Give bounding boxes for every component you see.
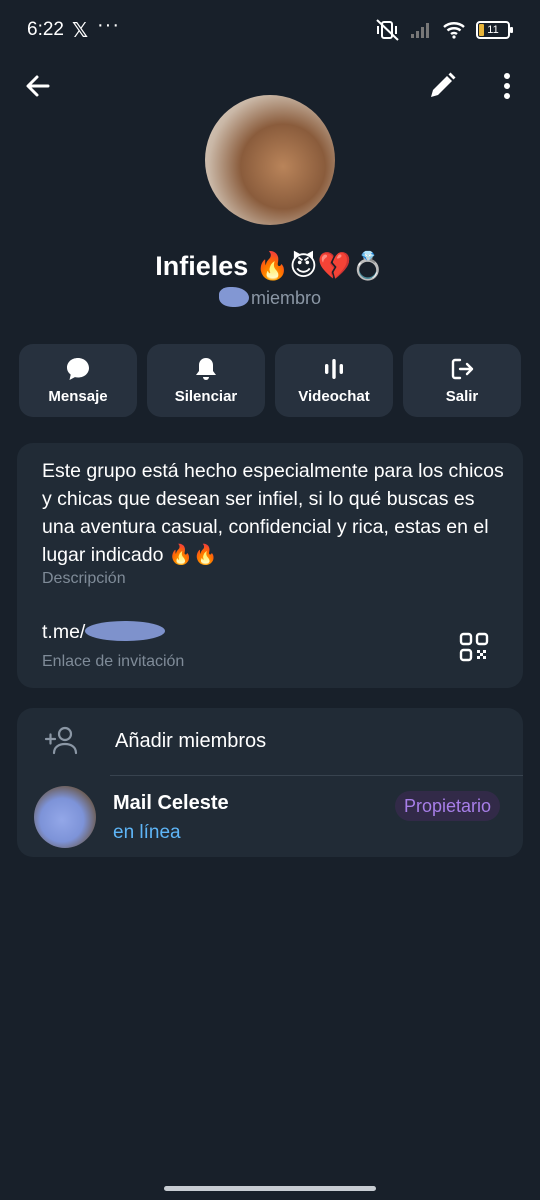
owner-badge: Propietario bbox=[394, 791, 500, 821]
message-button-label: Mensaje bbox=[48, 388, 108, 405]
chat-bubble-icon bbox=[67, 358, 89, 380]
more-options-button[interactable] bbox=[493, 70, 521, 102]
voice-bars-icon bbox=[325, 359, 343, 379]
member-avatar bbox=[34, 786, 96, 848]
members-card: Añadir miembros Mail Celeste en línea Pr… bbox=[17, 708, 523, 857]
mute-button[interactable]: Silenciar bbox=[147, 344, 265, 417]
add-person-icon bbox=[44, 726, 78, 755]
invite-link-prefix: t.me/ bbox=[42, 621, 86, 643]
status-icons: 11 bbox=[376, 19, 513, 41]
invite-link-caption: Enlace de invitación bbox=[42, 653, 185, 670]
wifi-icon bbox=[443, 22, 465, 39]
logout-icon bbox=[451, 358, 474, 380]
group-description: Este grupo está hecho especialmente para… bbox=[42, 460, 504, 566]
member-name: Mail Celeste bbox=[113, 792, 229, 814]
edit-button[interactable] bbox=[426, 70, 458, 102]
mute-vibrate-icon bbox=[376, 19, 399, 41]
member-status: en línea bbox=[113, 822, 181, 843]
member-count: miembro bbox=[0, 287, 540, 309]
member-count-label: miembro bbox=[250, 288, 321, 308]
status-time: 6:22 bbox=[27, 19, 64, 40]
info-card: Este grupo está hecho especialmente para… bbox=[17, 443, 523, 688]
description-caption: Descripción bbox=[42, 570, 126, 587]
leave-button-label: Salir bbox=[445, 388, 479, 405]
invite-link[interactable]: t.me/ bbox=[42, 621, 166, 644]
redacted-scribble bbox=[85, 621, 166, 641]
add-members-button[interactable]: Añadir miembros bbox=[17, 708, 523, 774]
videochat-button-label: Videochat bbox=[298, 388, 370, 405]
status-bar: 6:22 𝕏 ··· 11 bbox=[0, 0, 540, 60]
pencil-icon bbox=[431, 72, 456, 97]
x-app-icon: 𝕏 bbox=[72, 20, 89, 42]
battery-level: 11 bbox=[487, 24, 499, 36]
add-members-label: Añadir miembros bbox=[115, 730, 267, 752]
more-notifications-icon: ··· bbox=[97, 14, 120, 36]
leave-button[interactable]: Salir bbox=[403, 344, 521, 417]
redacted-scribble bbox=[218, 287, 249, 307]
group-avatar[interactable] bbox=[205, 95, 335, 225]
bell-icon bbox=[196, 358, 216, 380]
battery-icon: 11 bbox=[476, 21, 513, 39]
arrow-left-icon bbox=[26, 75, 50, 97]
back-button[interactable] bbox=[22, 70, 54, 102]
signal-icon bbox=[411, 23, 429, 38]
home-indicator[interactable] bbox=[164, 1186, 376, 1191]
member-row[interactable]: Mail Celeste en línea Propietario bbox=[17, 776, 523, 857]
group-title: Infieles 🔥😈💔💍 bbox=[155, 251, 385, 281]
message-button[interactable]: Mensaje bbox=[19, 344, 137, 417]
qr-code-icon bbox=[459, 632, 489, 662]
more-vertical-icon bbox=[504, 73, 510, 99]
action-buttons: Mensaje Silenciar Videochat Salir bbox=[19, 344, 521, 417]
videochat-button[interactable]: Videochat bbox=[275, 344, 393, 417]
mute-button-label: Silenciar bbox=[174, 388, 238, 405]
qr-code-button[interactable] bbox=[458, 631, 490, 663]
